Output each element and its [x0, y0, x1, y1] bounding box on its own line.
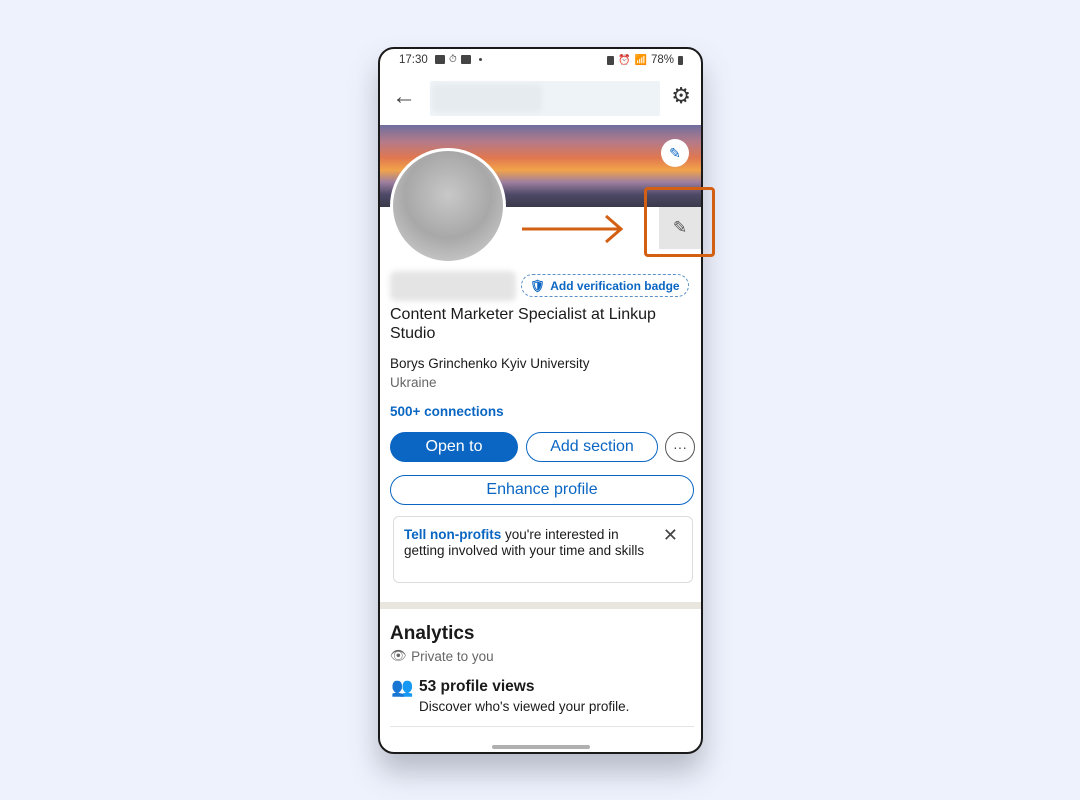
- pencil-icon: ✎: [669, 144, 681, 161]
- alarm-icon: ⏰: [618, 54, 631, 66]
- nonprofit-card: Tell non-profits you're interested in ge…: [393, 516, 693, 583]
- nonprofit-link[interactable]: Tell non-profits: [404, 527, 501, 542]
- annotation-arrow-icon: [522, 214, 624, 244]
- lock-icon: [607, 55, 615, 65]
- more-options-button[interactable]: ···: [665, 432, 695, 462]
- status-bar: 17:30 ⏱ ⏰ 📶 78%: [380, 49, 701, 73]
- avatar[interactable]: [390, 148, 506, 264]
- timer-icon: ⏱: [449, 54, 457, 65]
- add-verification-badge-button[interactable]: 🛡 Add verification badge: [521, 274, 689, 297]
- section-divider: [380, 602, 701, 609]
- people-icon: 👥: [391, 677, 414, 697]
- battery-icon: [678, 55, 683, 65]
- analytics-privacy: 👁 Private to you: [390, 648, 494, 664]
- connections-link[interactable]: 500+ connections: [390, 404, 504, 419]
- battery-level: 78%: [650, 54, 674, 66]
- search-input[interactable]: [430, 81, 660, 116]
- top-bar: ← ⚙: [380, 79, 701, 117]
- add-section-button[interactable]: Add section: [526, 432, 658, 462]
- profile-views-description: Discover who's viewed your profile.: [419, 699, 630, 714]
- phone-frame: 17:30 ⏱ ⏰ 📶 78% ← ⚙ ✎ ✎ 🛡 Add verificati…: [378, 47, 703, 754]
- linkedin-icon: [460, 55, 471, 64]
- wifi-icon: 📶: [634, 54, 647, 66]
- edit-cover-button[interactable]: ✎: [661, 139, 689, 167]
- close-icon[interactable]: ✕: [663, 526, 678, 544]
- open-to-button[interactable]: Open to: [390, 432, 518, 462]
- gear-icon[interactable]: ⚙: [671, 85, 691, 107]
- eye-icon: 👁: [390, 648, 408, 663]
- home-indicator[interactable]: [492, 745, 590, 749]
- status-time: 17:30: [399, 54, 428, 66]
- profile-name-blurred: [390, 271, 516, 301]
- shield-check-icon: 🛡: [530, 278, 546, 293]
- annotation-highlight-box: [644, 187, 715, 257]
- profile-views-link[interactable]: 53 profile views: [419, 678, 534, 696]
- notification-dot-icon: [478, 58, 482, 61]
- profile-headline: Content Marketer Specialist at Linkup St…: [390, 306, 656, 342]
- analytics-divider: [390, 726, 694, 727]
- enhance-profile-button[interactable]: Enhance profile: [390, 475, 694, 505]
- gallery-icon: [435, 55, 445, 64]
- profile-location: Ukraine: [390, 375, 437, 390]
- profile-education: Borys Grinchenko Kyiv University: [390, 356, 590, 371]
- analytics-title: Analytics: [390, 623, 475, 644]
- arrow-left-icon[interactable]: ←: [392, 85, 416, 109]
